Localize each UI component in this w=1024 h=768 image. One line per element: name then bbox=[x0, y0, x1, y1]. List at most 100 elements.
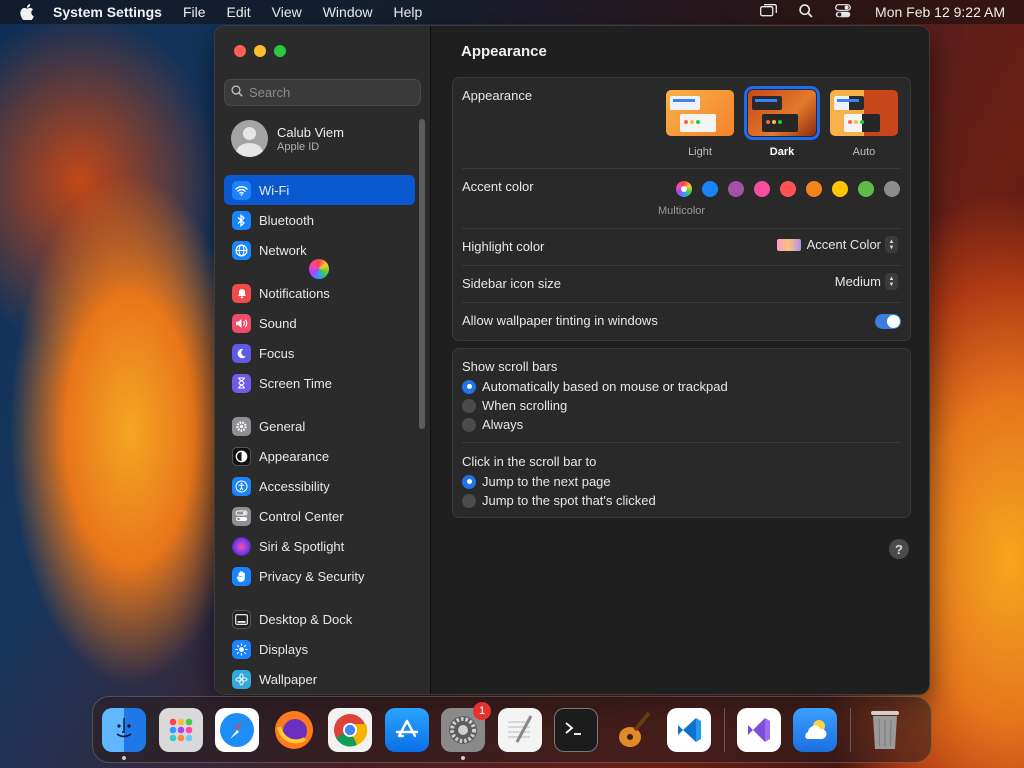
menu-edit[interactable]: Edit bbox=[227, 4, 251, 20]
highlight-color-popup[interactable]: Accent Color ▲ ▼ bbox=[776, 236, 898, 253]
accent-multicolor-swatch[interactable] bbox=[676, 181, 692, 197]
accent-pink-swatch[interactable] bbox=[754, 181, 770, 197]
visual-studio-icon[interactable] bbox=[736, 707, 781, 752]
sidebar-search[interactable] bbox=[224, 79, 421, 106]
radio-label: Jump to the next page bbox=[482, 474, 611, 489]
trash-icon[interactable] bbox=[863, 708, 907, 752]
launchpad-icon[interactable] bbox=[158, 707, 203, 752]
sidebar-item-accessibility[interactable]: Accessibility bbox=[224, 471, 415, 501]
wallpaper-tinting-toggle[interactable] bbox=[875, 314, 901, 329]
radio-label: When scrolling bbox=[482, 398, 568, 413]
menu-bar: System Settings File Edit View Window He… bbox=[0, 0, 1024, 24]
search-icon[interactable] bbox=[799, 3, 813, 21]
accent-purple-swatch[interactable] bbox=[728, 181, 744, 197]
firefox-icon[interactable] bbox=[272, 708, 316, 752]
notification-badge: 1 bbox=[473, 701, 491, 720]
apple-logo-icon[interactable] bbox=[20, 4, 34, 20]
sidebar-item-label: Network bbox=[259, 242, 307, 258]
scroll-bars-automatic-radio[interactable]: Automatically based on mouse or trackpad bbox=[462, 377, 728, 396]
page-title: Appearance bbox=[461, 43, 547, 60]
sidebar-item-desktop-dock[interactable]: Desktop & Dock bbox=[224, 604, 415, 634]
safari-icon[interactable] bbox=[215, 707, 259, 752]
stepper-icon: ▲ ▼ bbox=[885, 273, 898, 290]
sidebar-item-label: Accessibility bbox=[259, 478, 330, 494]
chrome-icon[interactable] bbox=[328, 707, 372, 752]
menu-app-name[interactable]: System Settings bbox=[53, 4, 162, 20]
sidebar-scrollbar[interactable] bbox=[419, 119, 425, 429]
theme-light-option[interactable]: Light bbox=[665, 90, 735, 158]
zoom-button[interactable] bbox=[274, 45, 286, 57]
menu-file[interactable]: File bbox=[183, 4, 206, 20]
menu-extras: Mon Feb 12 9:22 AM bbox=[760, 0, 1005, 24]
sidebar-item-notifications[interactable]: Notifications bbox=[224, 278, 415, 308]
theme-dark-label: Dark bbox=[769, 146, 795, 158]
sidebar-item-wallpaper[interactable]: Wallpaper bbox=[224, 664, 415, 694]
sidebar-item-label: Wallpaper bbox=[259, 671, 318, 687]
menu-window[interactable]: Window bbox=[323, 4, 373, 20]
sidebar-item-siri-spotlight[interactable]: Siri & Spotlight bbox=[224, 531, 415, 561]
minimize-button[interactable] bbox=[254, 45, 266, 57]
close-button[interactable] bbox=[234, 45, 246, 57]
sidebar-item-label: Sound bbox=[259, 315, 297, 331]
light-preview-icon bbox=[666, 90, 734, 136]
theme-auto-label: Auto bbox=[852, 146, 876, 158]
control-center-icon[interactable] bbox=[835, 3, 851, 21]
sidebar-item-control-center[interactable]: Control Center bbox=[224, 501, 415, 531]
sidebar-item-displays[interactable]: Displays bbox=[224, 634, 415, 664]
sidebar-item-appearance[interactable]: Appearance bbox=[224, 441, 415, 471]
sidebar-item-privacy-security[interactable]: Privacy & Security bbox=[224, 561, 415, 591]
dock-icon bbox=[232, 609, 251, 629]
sidebar-item-screen-time[interactable]: Screen Time bbox=[224, 368, 415, 398]
accent-graphite-swatch[interactable] bbox=[884, 181, 900, 197]
accent-green-swatch[interactable] bbox=[858, 181, 874, 197]
menu-help[interactable]: Help bbox=[394, 4, 423, 20]
sidebar-icon-size-popup[interactable]: Medium ▲ ▼ bbox=[835, 273, 898, 290]
accent-yellow-swatch[interactable] bbox=[832, 181, 848, 197]
menu-clock[interactable]: Mon Feb 12 9:22 AM bbox=[875, 4, 1005, 20]
vscode-icon[interactable] bbox=[667, 707, 711, 752]
screen-mirroring-icon[interactable] bbox=[760, 4, 777, 20]
scroll-bars-always-radio[interactable]: Always bbox=[462, 415, 728, 434]
accent-orange-swatch[interactable] bbox=[806, 181, 822, 197]
theme-auto-option[interactable]: Auto bbox=[829, 90, 899, 158]
finder-icon[interactable] bbox=[102, 707, 146, 760]
appearance-settings-card: Appearance Light Dark Auto Accent color … bbox=[452, 77, 911, 341]
radio-selected-icon bbox=[462, 379, 476, 394]
sun-icon bbox=[232, 639, 251, 659]
theme-dark-option[interactable]: Dark bbox=[744, 86, 820, 158]
garageband-icon[interactable] bbox=[611, 708, 655, 752]
sidebar-item-label: Desktop & Dock bbox=[259, 611, 353, 627]
auto-preview-icon bbox=[830, 90, 898, 136]
terminal-icon[interactable] bbox=[554, 707, 598, 752]
search-input[interactable] bbox=[249, 85, 409, 100]
menu-view[interactable]: View bbox=[272, 4, 302, 20]
sidebar-item-label: Screen Time bbox=[259, 375, 332, 391]
weather-icon[interactable] bbox=[793, 707, 837, 752]
jump-to-spot-radio[interactable]: Jump to the spot that's clicked bbox=[462, 491, 656, 510]
jump-next-page-radio[interactable]: Jump to the next page bbox=[462, 472, 656, 491]
avatar bbox=[231, 120, 268, 157]
help-button[interactable]: ? bbox=[889, 539, 909, 559]
flower-icon bbox=[232, 669, 251, 689]
accent-color-swatches bbox=[676, 181, 900, 197]
accent-blue-swatch[interactable] bbox=[702, 181, 718, 197]
dock: 1 bbox=[92, 696, 932, 763]
textedit-icon[interactable] bbox=[497, 707, 542, 752]
scroll-settings-card: Show scroll bars Automatically based on … bbox=[452, 348, 911, 518]
wallpaper-tinting-label: Allow wallpaper tinting in windows bbox=[462, 313, 658, 328]
accent-red-swatch[interactable] bbox=[780, 181, 796, 197]
app-store-icon[interactable] bbox=[384, 707, 429, 752]
profile-name: Calub Viem bbox=[277, 124, 344, 140]
sidebar-item-sound[interactable]: Sound bbox=[224, 308, 415, 338]
sidebar-item-label: General bbox=[259, 418, 306, 434]
system-settings-icon[interactable]: 1 bbox=[441, 701, 491, 760]
moon-icon bbox=[232, 343, 251, 363]
sidebar-item-general[interactable]: General bbox=[224, 411, 415, 441]
sidebar-item-focus[interactable]: Focus bbox=[224, 338, 415, 368]
sidebar-item-wifi[interactable]: Wi-Fi bbox=[224, 175, 415, 205]
sidebar-item-bluetooth[interactable]: Bluetooth bbox=[224, 205, 415, 235]
scroll-bars-when-scrolling-radio[interactable]: When scrolling bbox=[462, 396, 728, 415]
apple-id-profile[interactable]: Calub Viem Apple ID bbox=[231, 120, 344, 157]
dark-preview-icon bbox=[744, 86, 820, 140]
profile-subtitle: Apple ID bbox=[277, 140, 320, 153]
